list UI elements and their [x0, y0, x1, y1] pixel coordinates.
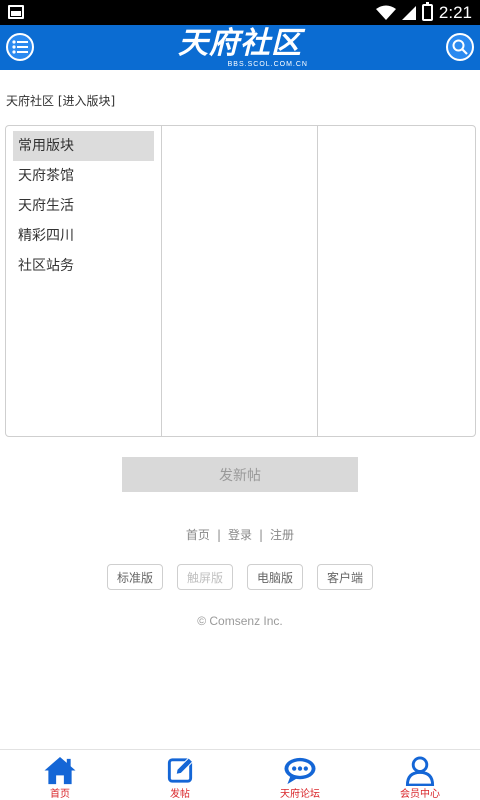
copyright: © Comsenz Inc.	[197, 614, 283, 628]
subforum-column	[318, 126, 475, 436]
bottom-nav: 首页 发帖 天府论坛 会员中心	[0, 749, 480, 800]
new-post-button[interactable]: 发新帖	[122, 457, 358, 492]
signal-icon	[401, 5, 416, 20]
user-icon	[405, 756, 435, 786]
register-link[interactable]: 注册	[270, 528, 294, 542]
search-button[interactable]	[446, 33, 474, 61]
nav-forum[interactable]: 天府论坛	[240, 750, 360, 800]
battery-icon	[421, 2, 433, 21]
forum-selector: 常用版块 天府茶馆 天府生活 精彩四川 社区站务	[5, 125, 476, 437]
wifi-icon	[375, 5, 396, 20]
menu-button[interactable]	[6, 33, 34, 61]
home-icon	[44, 756, 76, 785]
nav-label: 天府论坛	[280, 789, 320, 800]
separator: |	[259, 528, 264, 542]
logo-subtitle: BBS.SCOL.COM.CN	[227, 61, 308, 68]
desktop-version-button[interactable]: 电脑版	[247, 564, 303, 590]
logo-text: 天府社区	[178, 26, 302, 61]
login-link[interactable]: 登录	[228, 528, 252, 542]
list-menu-icon	[12, 40, 28, 54]
nav-member[interactable]: 会员中心	[360, 750, 480, 800]
nav-label: 首页	[50, 789, 70, 800]
client-app-button[interactable]: 客户端	[317, 564, 373, 590]
image-icon	[8, 5, 24, 19]
home-link[interactable]: 首页	[186, 528, 210, 542]
compose-icon	[167, 757, 194, 783]
category-item[interactable]: 常用版块	[13, 131, 154, 161]
status-time: 2:21	[438, 2, 472, 22]
search-icon	[452, 39, 468, 55]
app-header: 天府社区 BBS.SCOL.COM.CN	[0, 25, 480, 70]
status-bar: 2:21	[0, 0, 480, 25]
separator: |	[216, 528, 221, 542]
touch-version-button[interactable]: 触屏版	[177, 564, 233, 590]
footer-links: 首页 | 登录 | 注册	[0, 526, 480, 543]
category-item[interactable]: 天府茶馆	[13, 161, 154, 191]
version-switcher: 标准版 触屏版 电脑版 客户端	[0, 564, 480, 590]
standard-version-button[interactable]: 标准版	[107, 564, 163, 590]
nav-home[interactable]: 首页	[0, 750, 120, 800]
nav-label: 发帖	[170, 789, 190, 800]
breadcrumb[interactable]: 天府社区 [进入版块]	[6, 92, 115, 109]
forum-column	[162, 126, 318, 436]
chat-bubble-icon	[284, 757, 316, 785]
nav-label: 会员中心	[400, 789, 440, 800]
category-column: 常用版块 天府茶馆 天府生活 精彩四川 社区站务	[6, 126, 162, 436]
site-logo[interactable]: 天府社区 BBS.SCOL.COM.CN	[170, 26, 310, 69]
category-item[interactable]: 天府生活	[13, 191, 154, 221]
category-item[interactable]: 精彩四川	[13, 221, 154, 251]
category-item[interactable]: 社区站务	[13, 251, 154, 281]
nav-compose[interactable]: 发帖	[120, 750, 240, 800]
